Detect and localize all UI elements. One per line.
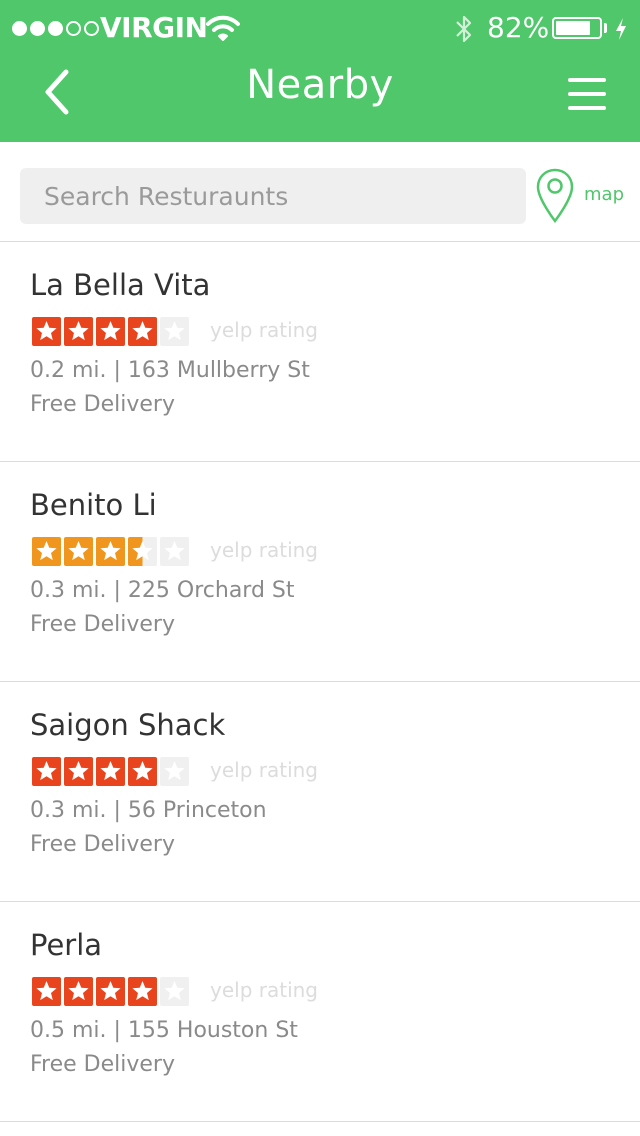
restaurant-name: Perla xyxy=(30,928,103,962)
yelp-rating-label: yelp rating xyxy=(210,758,318,782)
search-input[interactable] xyxy=(20,168,526,224)
yelp-rating-label: yelp rating xyxy=(210,978,318,1002)
star-icon xyxy=(32,317,61,346)
star-icon xyxy=(128,537,157,566)
battery-tip xyxy=(604,23,607,33)
signal-dot xyxy=(66,21,81,36)
nav-header: VIRGIN 82% Nearby xyxy=(0,0,640,142)
distance-address: 0.3 mi. | 56 Princeton xyxy=(30,798,267,823)
distance-address: 0.5 mi. | 155 Houston St xyxy=(30,1018,298,1043)
restaurant-list: La Bella Vita yelp rating 0.2 mi. | 163 Mu… xyxy=(0,242,640,1122)
star-icon xyxy=(128,977,157,1006)
search-box xyxy=(20,168,526,224)
restaurant-row[interactable]: Saigon Shack yelp rating 0.3 mi. | 56 Prin… xyxy=(0,682,640,902)
star-icon xyxy=(32,977,61,1006)
star-icon xyxy=(64,977,93,1006)
map-label: map xyxy=(584,184,624,205)
restaurant-row[interactable]: Benito Li yelp rating 0.3 mi. | 225 Orchar… xyxy=(0,462,640,682)
restaurant-row[interactable]: La Bella Vita yelp rating 0.2 mi. | 163 Mu… xyxy=(0,242,640,462)
menu-bar-line xyxy=(568,106,606,110)
search-row: map xyxy=(0,142,640,242)
star-icon xyxy=(160,317,189,346)
page-title: Nearby xyxy=(246,62,394,108)
map-pin-icon xyxy=(536,168,574,224)
menu-bar-line xyxy=(568,92,606,96)
wifi-icon xyxy=(206,15,240,41)
delivery-info: Free Delivery xyxy=(30,612,175,637)
star-icon xyxy=(128,317,157,346)
star-icon xyxy=(96,757,125,786)
signal-dot xyxy=(30,21,45,36)
signal-dot xyxy=(12,21,27,36)
map-button[interactable]: map xyxy=(534,166,630,226)
battery-icon xyxy=(552,17,602,39)
star-icon xyxy=(64,317,93,346)
yelp-star-rating xyxy=(32,317,189,346)
yelp-rating-label: yelp rating xyxy=(210,318,318,342)
star-icon xyxy=(96,977,125,1006)
yelp-rating-label: yelp rating xyxy=(210,538,318,562)
delivery-info: Free Delivery xyxy=(30,1052,175,1077)
star-icon xyxy=(96,317,125,346)
star-icon xyxy=(160,977,189,1006)
restaurant-name: Benito Li xyxy=(30,488,157,522)
distance-address: 0.3 mi. | 225 Orchard St xyxy=(30,578,295,603)
star-icon xyxy=(160,757,189,786)
star-icon xyxy=(64,537,93,566)
carrier-name: VIRGIN xyxy=(100,11,208,44)
bluetooth-icon xyxy=(456,15,472,43)
star-icon xyxy=(96,537,125,566)
status-bar: VIRGIN 82% xyxy=(0,0,640,56)
battery-level-fill xyxy=(556,21,591,35)
restaurant-name: La Bella Vita xyxy=(30,268,211,302)
distance-address: 0.2 mi. | 163 Mullberry St xyxy=(30,358,310,383)
yelp-star-rating xyxy=(32,757,189,786)
battery-percentage: 82% xyxy=(487,11,550,44)
back-chevron-icon[interactable] xyxy=(38,66,78,118)
restaurant-name: Saigon Shack xyxy=(30,708,226,742)
hamburger-menu-icon[interactable] xyxy=(566,76,612,112)
star-icon xyxy=(128,757,157,786)
yelp-star-rating xyxy=(32,537,189,566)
signal-dot xyxy=(84,21,99,36)
delivery-info: Free Delivery xyxy=(30,392,175,417)
delivery-info: Free Delivery xyxy=(30,832,175,857)
signal-dot xyxy=(48,21,63,36)
yelp-star-rating xyxy=(32,977,189,1006)
charging-bolt-icon xyxy=(616,18,626,40)
star-icon xyxy=(160,537,189,566)
star-icon xyxy=(32,537,61,566)
star-icon xyxy=(32,757,61,786)
signal-strength-icon xyxy=(12,21,99,36)
restaurant-row[interactable]: Perla yelp rating 0.5 mi. | 155 Houston St… xyxy=(0,902,640,1122)
menu-bar-line xyxy=(568,78,606,82)
star-icon xyxy=(64,757,93,786)
